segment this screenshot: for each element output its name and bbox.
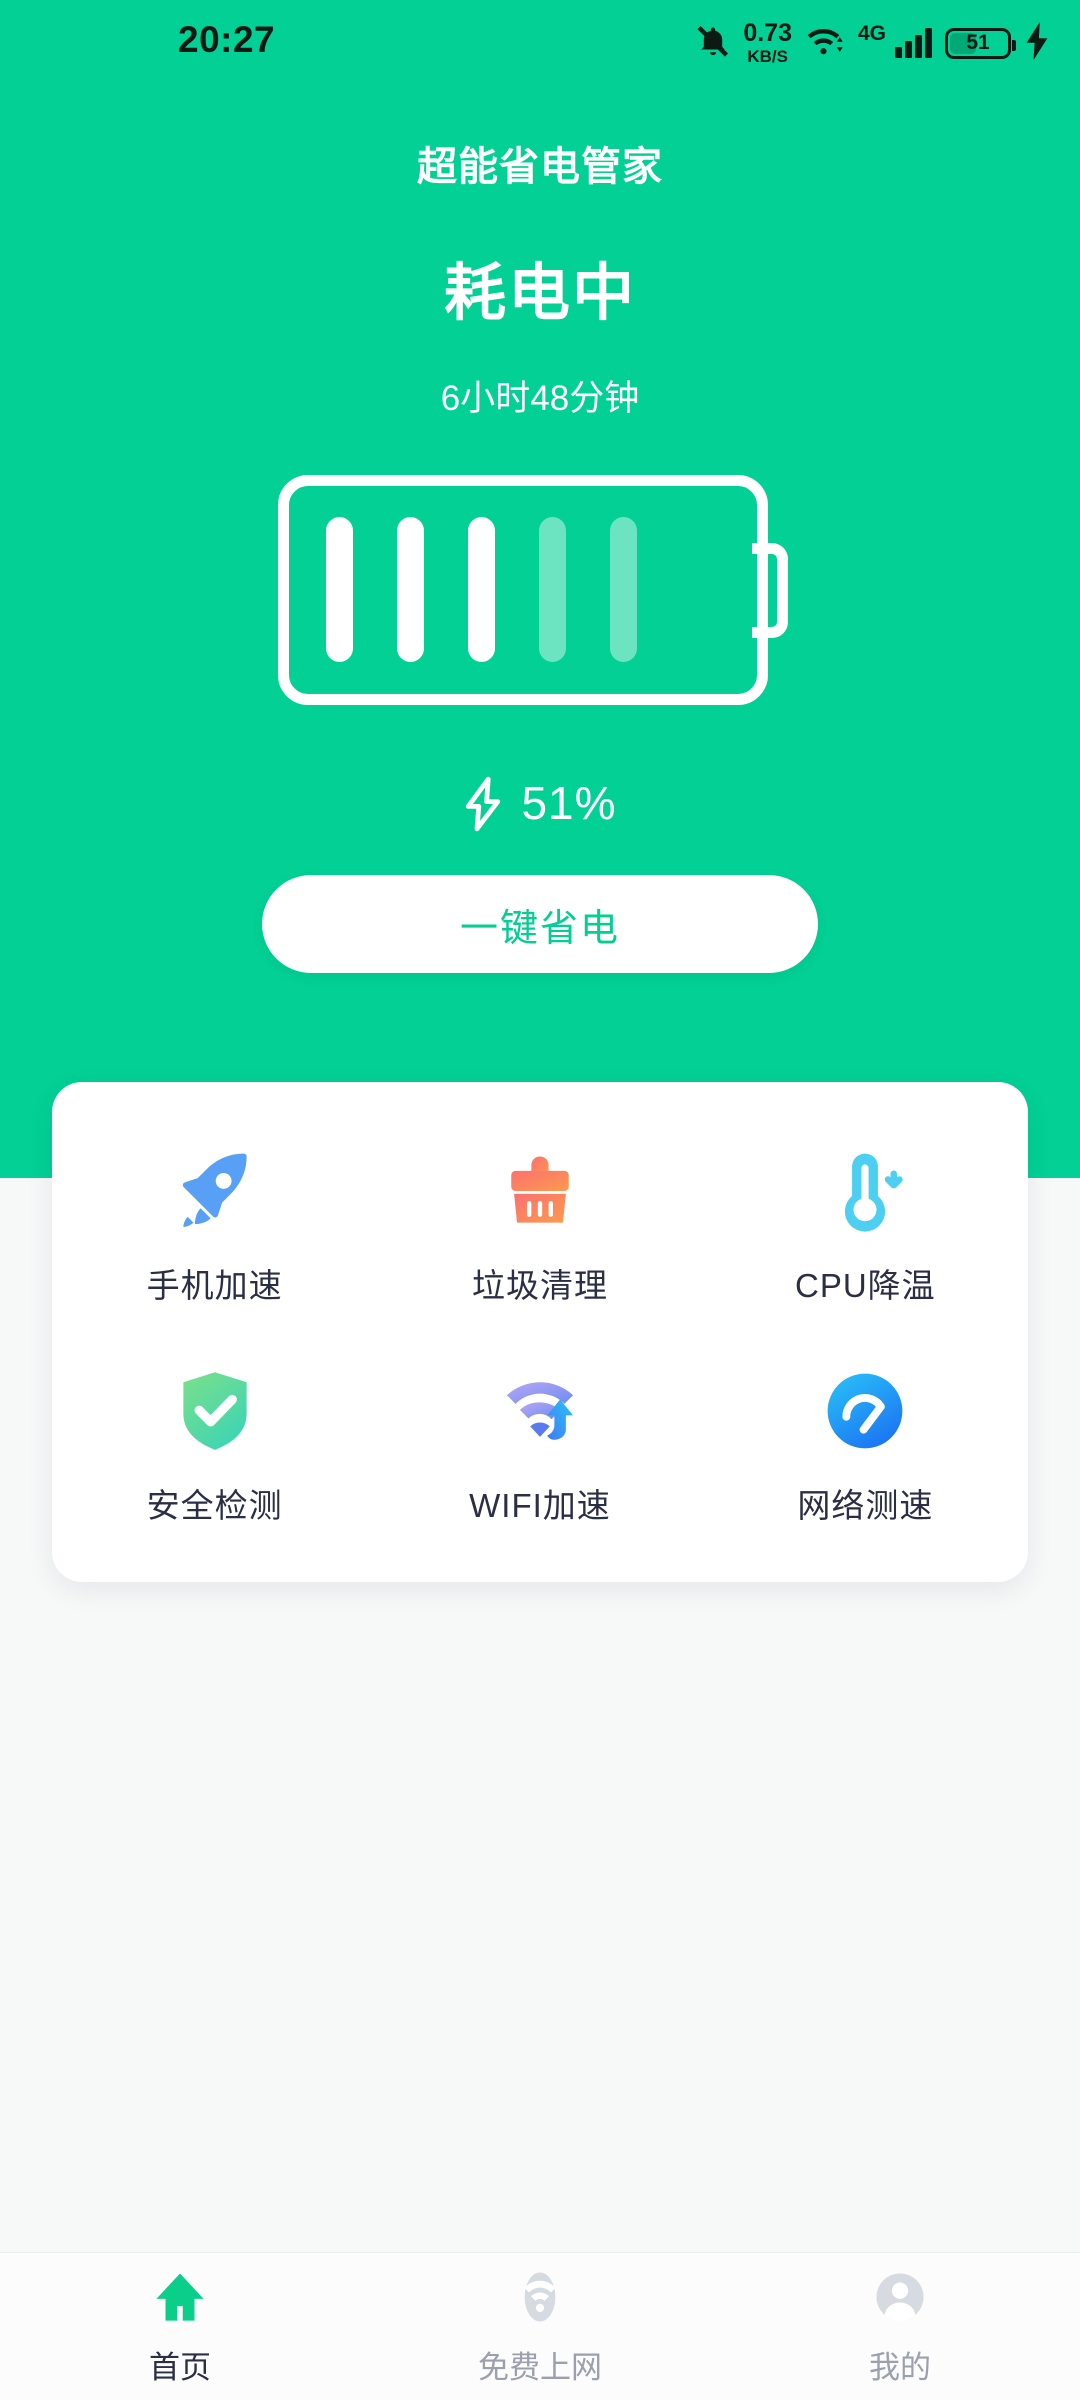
rocket-icon	[169, 1145, 261, 1237]
feature-junk-clean[interactable]: 垃圾清理	[377, 1116, 702, 1336]
lightning-bolt-icon	[463, 776, 503, 832]
feature-label: 安全检测	[146, 1487, 283, 1524]
nav-label: 我的	[869, 2350, 931, 2385]
feature-label: CPU降温	[794, 1267, 936, 1304]
person-icon	[869, 2266, 931, 2328]
battery-remaining-time: 6小时48分钟	[440, 379, 640, 418]
status-battery-indicator: 51	[945, 27, 1016, 59]
feature-label: 垃圾清理	[471, 1267, 608, 1304]
feature-label: WIFI加速	[469, 1487, 611, 1524]
lightning-bolt-icon	[1024, 21, 1050, 65]
network-speed-indicator: 0.73 KB/S	[743, 19, 792, 66]
wifi-icon	[509, 2266, 571, 2328]
app-root: 20:27 0.73 KB/S 4G 51 超能省电管家 耗电中 6小时48分钟…	[0, 0, 1080, 2400]
battery-percent-text: 51%	[521, 777, 617, 829]
feature-grid-card: 手机加速 垃圾清理 CPU降温 安全检测 WIFI加速 网络测速	[52, 1082, 1028, 1582]
feature-security-check[interactable]: 安全检测	[52, 1336, 377, 1556]
mobile-network-label: 4G	[857, 22, 886, 45]
battery-bar	[468, 517, 495, 662]
shield-check-icon	[169, 1365, 261, 1457]
battery-percent-row: 51%	[0, 776, 1080, 832]
nav-label: 首页	[149, 2350, 211, 2385]
status-bar: 20:27 0.73 KB/S 4G 51	[0, 0, 1080, 86]
feature-wifi-boost[interactable]: WIFI加速	[377, 1336, 702, 1556]
feature-label: 网络测速	[797, 1487, 934, 1524]
home-icon	[149, 2266, 211, 2328]
battery-cap	[752, 543, 788, 638]
battery-level-text: 51	[966, 31, 990, 54]
battery-bars	[326, 517, 637, 662]
bottom-navigation-bar: 首页 免费上网 我的	[0, 2252, 1080, 2400]
nav-item-free-internet[interactable]: 免费上网	[360, 2266, 720, 2387]
nav-item-home[interactable]: 首页	[0, 2266, 360, 2387]
nav-item-mine[interactable]: 我的	[720, 2266, 1080, 2387]
thermometer-icon	[819, 1145, 911, 1237]
one-key-save-button[interactable]: 一键省电	[262, 875, 818, 973]
status-bar-icons: 0.73 KB/S 4G 51	[696, 21, 1050, 65]
network-speed-unit: KB/S	[747, 47, 788, 66]
signal-bars-icon	[895, 28, 932, 58]
battery-bar-empty	[539, 517, 566, 662]
feature-cpu-cool[interactable]: CPU降温	[703, 1116, 1028, 1336]
feature-network-speedtest[interactable]: 网络测速	[703, 1336, 1028, 1556]
battery-state-text: 耗电中	[443, 259, 636, 328]
battery-large-icon	[278, 475, 788, 705]
network-speed-value: 0.73	[743, 19, 792, 47]
broom-icon	[494, 1145, 586, 1237]
feature-phone-boost[interactable]: 手机加速	[52, 1116, 377, 1336]
speedometer-icon	[819, 1365, 911, 1457]
bell-muted-icon	[696, 24, 730, 63]
app-title: 超能省电管家	[417, 145, 663, 189]
feature-label: 手机加速	[146, 1267, 283, 1304]
battery-bar	[397, 517, 424, 662]
wifi-icon	[805, 24, 845, 63]
status-bar-clock: 20:27	[178, 19, 276, 61]
battery-bar	[326, 517, 353, 662]
battery-bar-empty	[610, 517, 637, 662]
wifi-boost-icon	[494, 1365, 586, 1457]
nav-label: 免费上网	[478, 2350, 602, 2385]
